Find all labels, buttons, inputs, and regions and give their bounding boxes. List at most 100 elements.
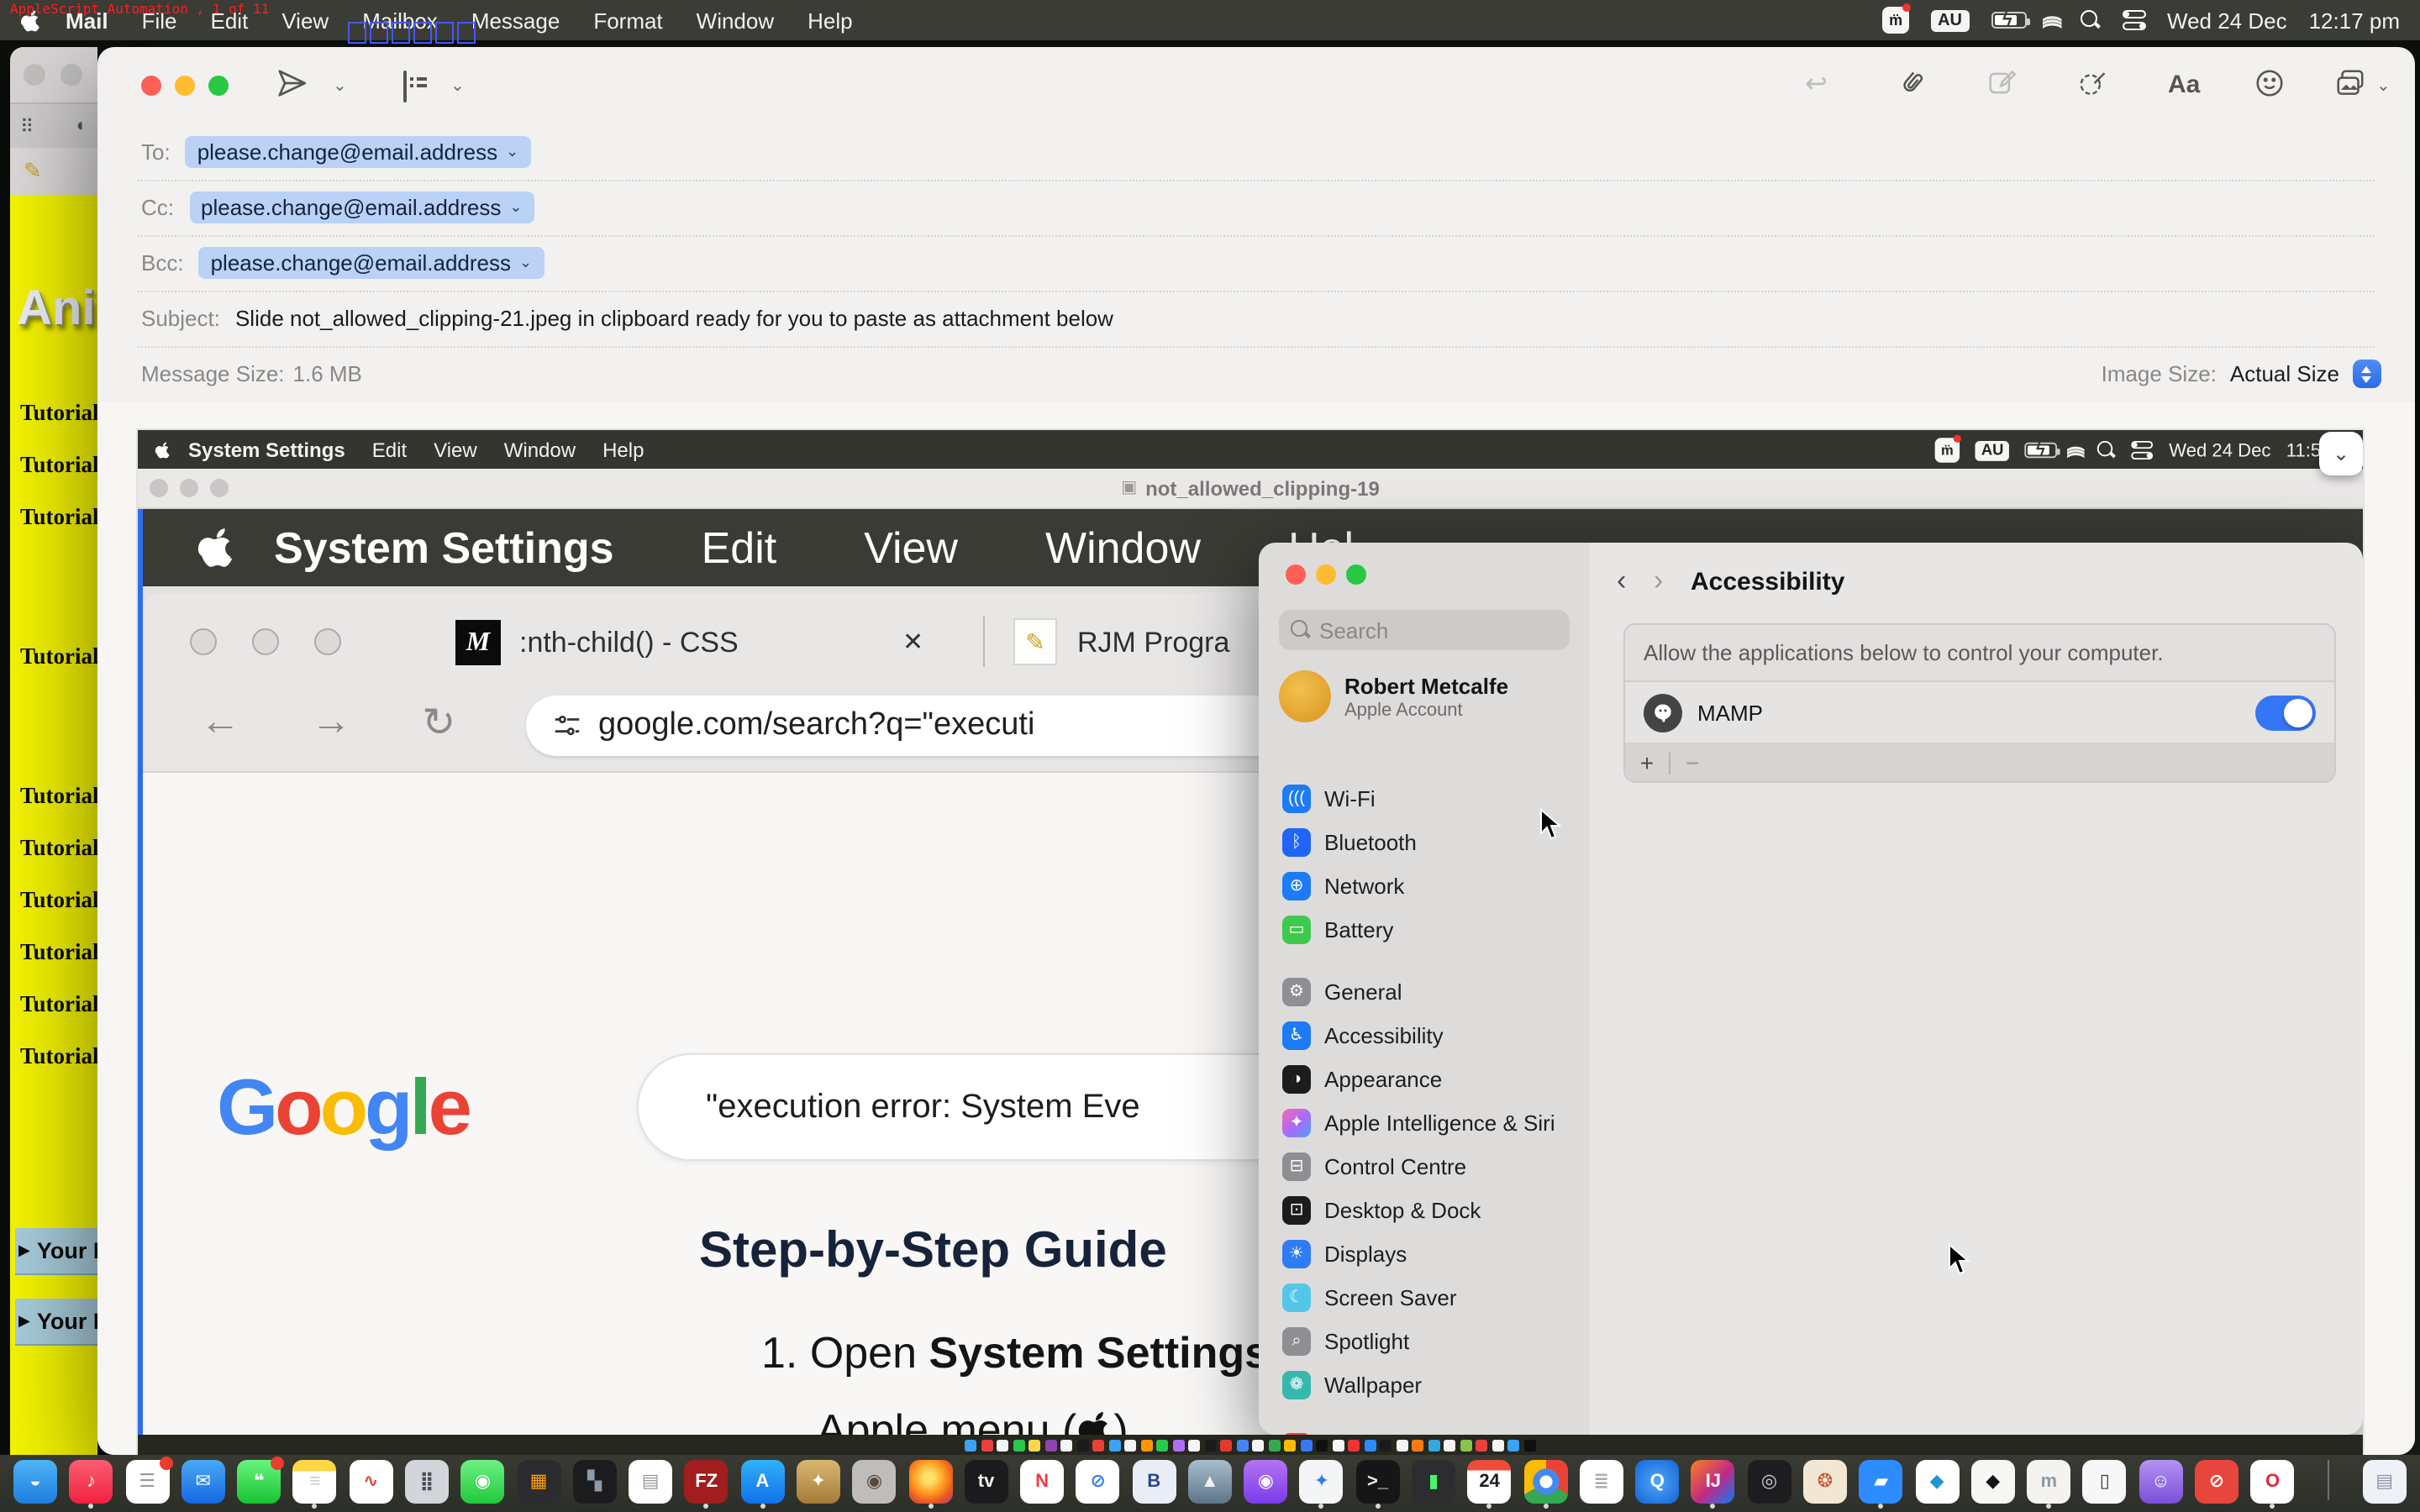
dock-app-icon[interactable]: O bbox=[2251, 1460, 2295, 1504]
settings-sidebar-item[interactable]: ◉ Notifications bbox=[1272, 1425, 1580, 1435]
toolbar-button[interactable] bbox=[24, 64, 45, 86]
settings-sidebar-item[interactable]: ᛒ Bluetooth bbox=[1272, 820, 1580, 864]
zoom-button[interactable] bbox=[208, 76, 229, 96]
dock-app-icon[interactable]: N bbox=[1020, 1460, 1064, 1504]
settings-sidebar-item[interactable]: ⊡ Desktop & Dock bbox=[1272, 1188, 1580, 1231]
to-recipient-pill[interactable]: please.change@email.address⌄ bbox=[186, 136, 531, 168]
dock-icon[interactable]: m bbox=[2027, 1458, 2070, 1509]
search-icon[interactable] bbox=[2080, 10, 2100, 30]
emoji-icon[interactable] bbox=[2254, 67, 2286, 99]
dock-app-icon[interactable]: ◉ bbox=[1244, 1460, 1287, 1504]
tutorial-link[interactable]: Tutorial S bbox=[20, 400, 97, 452]
dock-app-icon[interactable]: ◆ bbox=[1915, 1460, 1959, 1504]
settings-sidebar-item[interactable]: ☾ Screen Saver bbox=[1272, 1275, 1580, 1319]
dock-app-icon[interactable]: ≡ bbox=[293, 1460, 337, 1504]
dock-icon[interactable]: ⊘ bbox=[1076, 1458, 1120, 1509]
menu-item[interactable]: Window bbox=[697, 8, 775, 33]
settings-sidebar-item[interactable]: ▭ Battery bbox=[1272, 907, 1580, 951]
image-size-value[interactable]: Actual Size bbox=[2230, 361, 2339, 386]
tutorial-link[interactable]: Tutorial S bbox=[20, 1043, 97, 1095]
tutorial-link[interactable]: Tutorial S bbox=[20, 991, 97, 1043]
dock-app-icon[interactable]: ❂ bbox=[1803, 1460, 1847, 1504]
apple-account-item[interactable]: Robert Metcalfe Apple Account bbox=[1279, 670, 1508, 722]
dock-app-icon[interactable] bbox=[2328, 1460, 2329, 1500]
dock-app-icon[interactable]: ▦ bbox=[517, 1460, 560, 1504]
dock-app-icon[interactable]: ◉ bbox=[852, 1460, 896, 1504]
dock-app-icon[interactable]: tv bbox=[965, 1460, 1008, 1504]
dock-icon[interactable]: ▲ bbox=[1188, 1458, 1232, 1509]
dock-icon[interactable]: 24 bbox=[1468, 1458, 1512, 1509]
close-button[interactable] bbox=[141, 76, 161, 96]
subject-input[interactable]: Slide not_allowed_clipping-21.jpeg in cl… bbox=[235, 306, 1113, 331]
your-link-button[interactable]: ▶ Your L bbox=[15, 1299, 97, 1344]
back-chevron-icon[interactable]: ‹ bbox=[1617, 564, 1626, 598]
dock-icon[interactable]: ▯ bbox=[2083, 1458, 2127, 1509]
dock-icon[interactable]: ✉ bbox=[182, 1458, 225, 1509]
zoom-button[interactable] bbox=[1346, 564, 1366, 585]
dock-icon[interactable]: ♪ bbox=[70, 1458, 113, 1509]
dock-icon[interactable]: ◉ bbox=[852, 1458, 896, 1509]
dock-icon[interactable]: ☺ bbox=[2139, 1458, 2182, 1509]
menu-item[interactable]: Help bbox=[808, 8, 853, 33]
cc-recipient-pill[interactable]: please.change@email.address⌄ bbox=[189, 192, 534, 223]
attachment-collapse-button[interactable]: ⌄ bbox=[2319, 432, 2363, 475]
chevron-down-icon[interactable]: ⌄ bbox=[506, 143, 518, 161]
chevron-down-icon[interactable]: ⌄ bbox=[519, 254, 532, 272]
settings-sidebar-item[interactable]: ⌕ Spotlight bbox=[1272, 1319, 1580, 1362]
dock-icon[interactable]: ◆ bbox=[1915, 1458, 1959, 1509]
bcc-recipient-pill[interactable]: please.change@email.address⌄ bbox=[199, 247, 544, 279]
control-center-icon[interactable] bbox=[2122, 10, 2145, 30]
menu-item[interactable]: View bbox=[281, 8, 329, 33]
dock-icon[interactable]: ▤ bbox=[629, 1458, 672, 1509]
dock-icon[interactable]: N bbox=[1020, 1458, 1064, 1509]
photo-browser-chevron[interactable]: ⌄ bbox=[2376, 77, 2391, 96]
background-browser-window[interactable]: ⠿ ◐ ✎ Anim Tutorial STutorial STutorial … bbox=[10, 47, 97, 1455]
tutorial-link[interactable]: Tutorial S bbox=[20, 939, 97, 991]
send-button[interactable] bbox=[276, 67, 308, 99]
dock-icon[interactable]: A bbox=[740, 1458, 784, 1509]
dock-icon[interactable]: ⣿ bbox=[405, 1458, 449, 1509]
settings-sidebar-item[interactable]: ⊕ Network bbox=[1272, 864, 1580, 907]
settings-sidebar-item[interactable]: ◑ Appearance bbox=[1272, 1057, 1580, 1100]
dock-icon[interactable]: ▦ bbox=[517, 1458, 560, 1509]
dock-icon[interactable]: ▰ bbox=[1860, 1458, 1903, 1509]
dock-app-icon[interactable]: ❝ bbox=[237, 1460, 281, 1504]
fonts-button[interactable]: Aa bbox=[2168, 71, 2200, 99]
settings-sidebar-item[interactable]: ☀ Displays bbox=[1272, 1231, 1580, 1275]
dock-icon[interactable]: tv bbox=[965, 1458, 1008, 1509]
your-link-button[interactable]: ▶ Your L bbox=[15, 1228, 97, 1273]
dock-app-icon[interactable]: ✉ bbox=[182, 1460, 225, 1504]
dock-icon[interactable]: IJ bbox=[1691, 1458, 1735, 1509]
minimize-button[interactable] bbox=[1316, 564, 1336, 585]
tutorial-link[interactable]: Tutorial S bbox=[20, 452, 97, 504]
remove-button[interactable]: − bbox=[1670, 749, 1714, 776]
dock-app-icon[interactable]: ◉ bbox=[461, 1460, 505, 1504]
settings-sidebar-item[interactable]: ⚙ General bbox=[1272, 969, 1580, 1013]
settings-sidebar-item[interactable]: ⊟ Control Centre bbox=[1272, 1144, 1580, 1188]
dock-icon[interactable] bbox=[2307, 1458, 2350, 1509]
undo-icon[interactable]: ↩ bbox=[1805, 67, 1828, 101]
settings-search-field[interactable]: Search bbox=[1279, 610, 1570, 650]
dock-app-icon[interactable]: ☰ bbox=[125, 1460, 169, 1504]
attached-screenshot[interactable]: System Settings EditViewWindowHelp m̈ AU… bbox=[138, 430, 2363, 1455]
dock-icon[interactable] bbox=[908, 1458, 952, 1509]
send-options-chevron[interactable]: ⌄ bbox=[333, 77, 347, 96]
menu-item[interactable]: Format bbox=[593, 8, 662, 33]
dock-app-icon[interactable]: B bbox=[1132, 1460, 1176, 1504]
permission-toggle[interactable] bbox=[2255, 695, 2316, 730]
dock-icon[interactable]: ▚ bbox=[573, 1458, 617, 1509]
dock-icon[interactable]: ◎ bbox=[1747, 1458, 1791, 1509]
dock-app-icon[interactable]: >_ bbox=[1356, 1460, 1400, 1504]
dock-icon[interactable]: ≣ bbox=[1580, 1458, 1623, 1509]
dock-icon[interactable]: ◒ bbox=[13, 1458, 57, 1509]
dock-app-icon[interactable]: ♪ bbox=[70, 1460, 113, 1504]
input-source-badge[interactable]: AU bbox=[1931, 9, 1969, 31]
dock-app-icon[interactable]: ⊘ bbox=[2195, 1460, 2238, 1504]
dock-app-icon[interactable]: ▮ bbox=[1412, 1460, 1455, 1504]
tutorial-link[interactable]: Tutorial S bbox=[20, 835, 97, 887]
dock-app-icon[interactable]: A bbox=[740, 1460, 784, 1504]
dock-app-icon[interactable]: ▚ bbox=[573, 1460, 617, 1504]
dock-icon[interactable]: ◆ bbox=[1971, 1458, 2015, 1509]
dock-app-icon[interactable]: ☺ bbox=[2139, 1460, 2182, 1504]
header-fields-chevron[interactable]: ⌄ bbox=[450, 77, 465, 96]
